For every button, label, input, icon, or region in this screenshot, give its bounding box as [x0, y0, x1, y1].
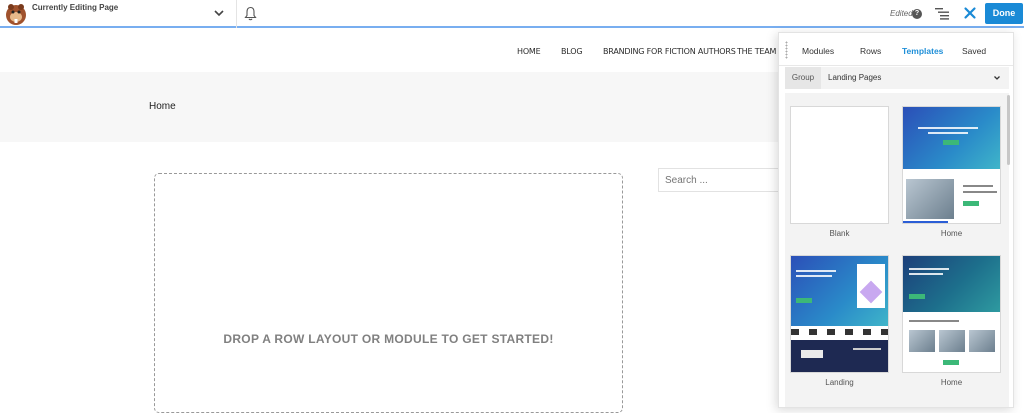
nav-item-blog[interactable]: BLOG	[561, 47, 583, 56]
search-input[interactable]	[658, 168, 788, 192]
tab-saved[interactable]: Saved	[962, 46, 986, 56]
builder-toolbar: Currently Editing Page Edited ? Done	[0, 0, 1024, 28]
template-name: Landing	[825, 378, 854, 387]
template-name: Home	[940, 229, 963, 238]
site-navigation: HOME BLOG BRANDING FOR FICTION AUTHORS T…	[0, 30, 780, 72]
tabs-divider	[779, 65, 1013, 66]
breadcrumb: Home	[149, 101, 176, 112]
toolbar-divider	[236, 0, 237, 28]
tab-templates[interactable]: Templates	[902, 46, 943, 56]
template-list: Blank Home Landing Home	[785, 93, 1009, 407]
tab-rows[interactable]: Rows	[860, 46, 881, 56]
group-select-row[interactable]: Group Landing Pages	[785, 67, 1009, 89]
template-card-blank[interactable]	[790, 106, 889, 224]
currently-editing-label: Currently Editing Page	[32, 3, 119, 12]
tab-modules[interactable]: Modules	[802, 46, 834, 56]
edited-status: Edited	[890, 9, 913, 18]
bell-icon[interactable]	[244, 6, 257, 21]
group-label: Group	[785, 67, 821, 89]
content-panel: Modules Rows Templates Saved Group Landi…	[778, 32, 1014, 408]
template-card-landing[interactable]	[790, 255, 889, 373]
help-icon[interactable]: ?	[912, 9, 922, 19]
template-thumbnail	[903, 107, 1000, 169]
chevron-down-icon[interactable]	[993, 74, 1001, 82]
panel-scrollbar[interactable]	[1007, 95, 1010, 165]
page-header-band	[0, 72, 780, 142]
template-thumbnail	[903, 256, 1000, 312]
done-button[interactable]: Done	[985, 3, 1023, 24]
nav-item-the-team[interactable]: THE TEAM	[737, 47, 776, 56]
template-card-home[interactable]	[902, 255, 1001, 373]
group-select[interactable]: Landing Pages	[828, 73, 881, 82]
nav-item-branding[interactable]: BRANDING FOR FICTION AUTHORS	[603, 47, 736, 56]
template-card-home[interactable]	[902, 106, 1001, 224]
drop-zone[interactable]: DROP A ROW LAYOUT OR MODULE TO GET START…	[154, 173, 623, 413]
template-thumbnail-image	[906, 179, 954, 219]
template-thumbnail	[791, 256, 888, 326]
nav-item-home[interactable]: HOME	[517, 47, 541, 56]
outline-list-icon[interactable]	[935, 7, 949, 20]
drag-handle-icon[interactable]	[785, 41, 788, 59]
template-name: Blank	[829, 229, 850, 238]
chevron-down-icon[interactable]	[212, 6, 226, 20]
beaver-logo-icon[interactable]	[4, 2, 28, 26]
close-icon[interactable]	[962, 5, 978, 21]
drop-zone-text: DROP A ROW LAYOUT OR MODULE TO GET START…	[223, 332, 554, 346]
template-name: Home	[940, 378, 963, 387]
